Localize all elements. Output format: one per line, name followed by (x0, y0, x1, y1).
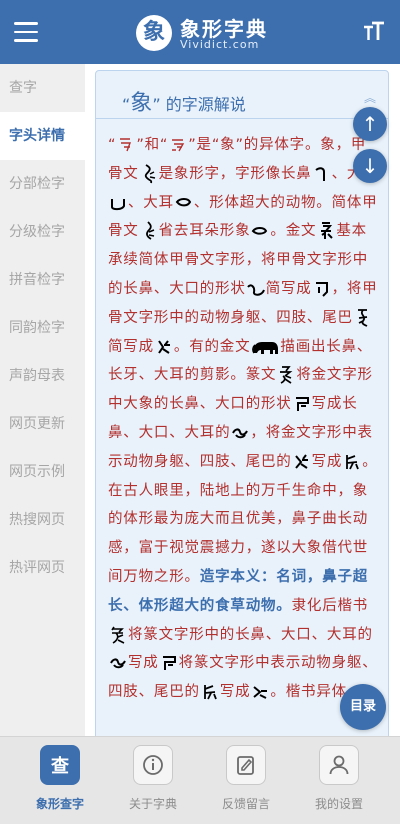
tab-label: 关于字典 (128, 797, 177, 811)
tab-label: 我的设置 (314, 797, 363, 811)
tab-label: 反馈留言 (221, 797, 270, 811)
head-glyph-icon (292, 394, 312, 414)
sidebar: 查字 字头详情 分部检字 分级检字 拼音检字 同韵检字 声韵母表 网页更新 网页… (0, 64, 85, 736)
sidebar-item-pinyin[interactable]: 拼音检字 (0, 256, 85, 304)
limbs-glyph-icon (292, 452, 312, 472)
simplified-mouth-glyph-icon (312, 279, 332, 299)
ear-shape-glyph-icon (250, 221, 270, 241)
sidebar-item-detail[interactable]: 字头详情 (0, 112, 85, 160)
simplified-oracle-glyph-icon (139, 221, 159, 241)
user-icon (319, 745, 359, 785)
tab-settings[interactable]: 我的设置 (289, 745, 389, 812)
sidebar-item-updates[interactable]: 网页更新 (0, 400, 85, 448)
elephant-silhouette-icon (250, 337, 280, 357)
head-seal-glyph-icon (108, 653, 128, 673)
ear-glyph-icon (174, 193, 194, 213)
glyph-icon (116, 135, 136, 155)
menu-icon[interactable] (14, 22, 38, 42)
body-glyph-icon (353, 308, 373, 328)
head-regular-glyph-icon (159, 653, 179, 673)
font-size-icon[interactable] (362, 20, 386, 44)
card-header: “象” 的字源解说 ︽ (96, 71, 388, 119)
trunk-mouth-glyph-icon (246, 279, 266, 299)
logo-subtitle: Vividict.com (180, 38, 260, 51)
sidebar-item-hot-search[interactable]: 热搜网页 (0, 496, 85, 544)
seal-glyph-icon (276, 365, 296, 385)
sidebar-item-lookup[interactable]: 查字 (0, 64, 85, 112)
scroll-down-button[interactable]: ↓ (353, 149, 387, 183)
bronze-glyph-icon (316, 221, 336, 241)
limbs-seal-glyph-icon (342, 452, 362, 472)
oracle-bone-glyph-icon (139, 164, 159, 184)
scroll-up-button[interactable]: ↑ (353, 107, 387, 141)
sidebar-item-initials[interactable]: 声韵母表 (0, 352, 85, 400)
table-of-contents-button[interactable]: 目录 (340, 684, 386, 730)
tab-label: 象形查字 (35, 797, 84, 811)
app-header: 象 象形字典 Vividict.com (0, 0, 400, 64)
logo[interactable]: 象 象形字典 Vividict.com (136, 12, 276, 54)
limbs-regular-glyph-icon (250, 682, 270, 702)
etymology-text: “”和“”是“象”的异体字。象，甲骨文是象形字，字形像长鼻、大口、大耳、形体超大… (108, 135, 378, 702)
etymology-card: “象” 的字源解说 ︽ “”和“ ”是“象”的异体字。象，甲骨文 是象形字，字形像长… (95, 70, 389, 736)
head-seal-glyph-icon (230, 423, 250, 443)
tab-about[interactable]: 关于字典 (103, 745, 203, 812)
bottom-tab-bar: 查 象形查字 关于字典 反馈留言 我的设置 (0, 736, 400, 824)
glyph-icon (168, 135, 188, 155)
sidebar-item-radical[interactable]: 分部检字 (0, 160, 85, 208)
tab-pictograph-lookup[interactable]: 查 象形查字 (10, 745, 110, 812)
logo-mark: 象 (136, 15, 172, 51)
sidebar-item-rhyme[interactable]: 同韵检字 (0, 304, 85, 352)
nose-glyph-icon (312, 164, 332, 184)
simplified-body-glyph-icon (154, 337, 174, 357)
collapse-icon[interactable]: ︽ (364, 89, 376, 106)
sidebar-item-level[interactable]: 分级检字 (0, 208, 85, 256)
tab-feedback[interactable]: 反馈留言 (196, 745, 296, 812)
sidebar-item-hot-review[interactable]: 热评网页 (0, 544, 85, 592)
card-title: “象” 的字源解说 (122, 91, 246, 116)
regular-script-glyph-icon (108, 625, 128, 645)
lookup-icon: 查 (40, 745, 80, 785)
limbs-seal-glyph-icon (200, 682, 220, 702)
sidebar-item-examples[interactable]: 网页示例 (0, 448, 85, 496)
info-icon (133, 745, 173, 785)
mouth-glyph-icon (108, 193, 128, 213)
edit-note-icon (226, 745, 266, 785)
